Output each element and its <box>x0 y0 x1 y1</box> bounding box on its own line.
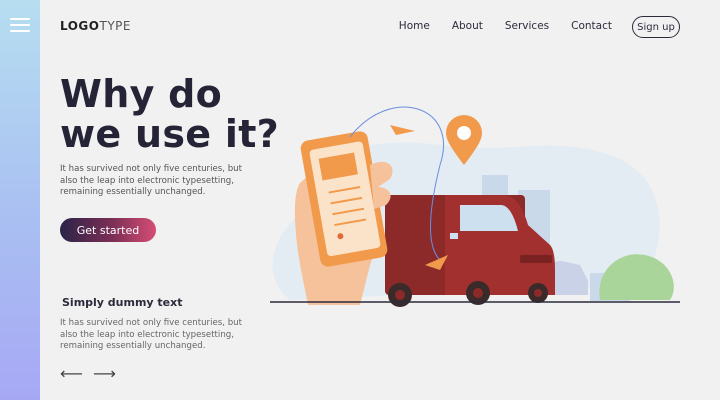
logo-light-text: TYPE <box>99 19 131 33</box>
secondary-description: It has survived not only five centuries,… <box>60 318 242 351</box>
nav-home[interactable]: Home <box>399 20 430 32</box>
arrow-left-icon[interactable]: ⟵ <box>60 366 83 382</box>
nav-about[interactable]: About <box>452 20 483 32</box>
sign-up-button[interactable]: Sign up <box>632 16 680 38</box>
paper-plane-icon <box>390 125 415 135</box>
arrow-right-icon[interactable]: ⟶ <box>93 366 116 382</box>
sidebar <box>0 0 40 400</box>
menu-icon[interactable] <box>10 18 30 32</box>
nav-contact[interactable]: Contact <box>571 20 612 32</box>
secondary-title: Simply dummy text <box>62 296 183 309</box>
get-started-button[interactable]: Get started <box>60 218 156 242</box>
hero-description: It has survived not only five centuries,… <box>60 164 242 197</box>
top-nav: Home About Services Contact <box>377 20 612 32</box>
logo[interactable]: LOGOTYPE <box>60 19 131 33</box>
sun-circle-shape <box>540 153 552 165</box>
nav-services[interactable]: Services <box>505 20 549 32</box>
pager: ⟵ ⟶ <box>60 366 116 382</box>
logo-bold-text: LOGO <box>60 19 100 33</box>
delivery-illustration <box>270 106 680 307</box>
